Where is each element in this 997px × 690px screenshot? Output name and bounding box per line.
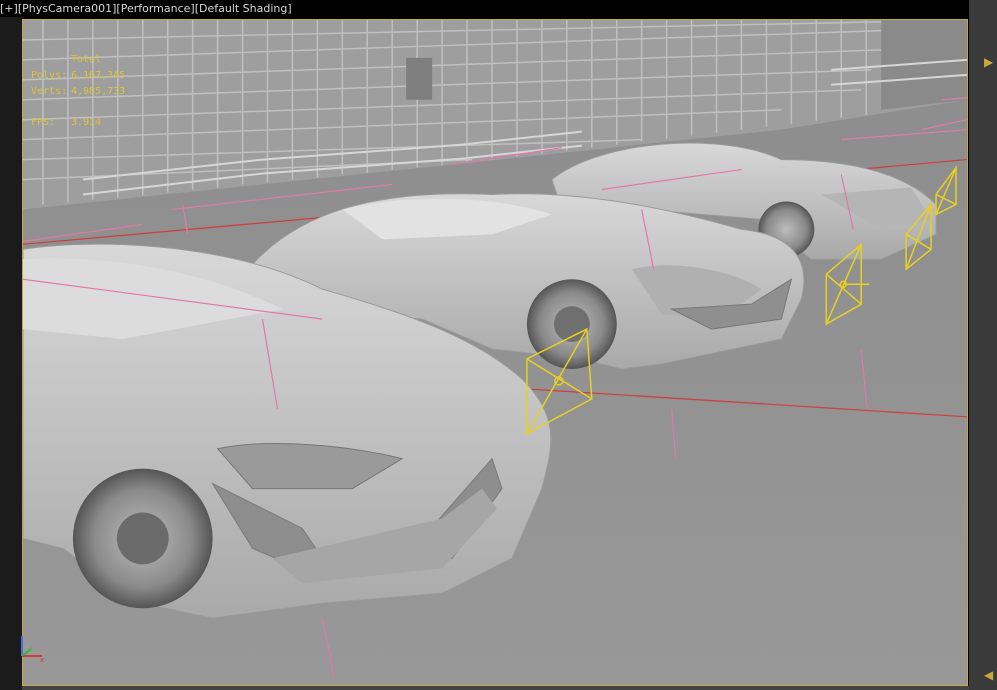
triangle-up-icon[interactable]: ▶ xyxy=(984,55,993,69)
viewport-frame[interactable]: Total Polys: 6,167,345 Verts: 4,985,733 … xyxy=(22,19,968,686)
scene-render xyxy=(23,20,967,685)
viewport-performance-menu[interactable]: [Performance] xyxy=(116,2,194,15)
viewport-shading-menu[interactable]: [Default Shading] xyxy=(195,2,292,15)
stats-fps-value: 3.914 xyxy=(71,117,102,128)
right-scrollbar[interactable] xyxy=(969,0,997,690)
triangle-down-icon[interactable]: ◀ xyxy=(984,668,993,682)
svg-text:x: x xyxy=(40,656,44,664)
stats-verts-label: Verts: xyxy=(31,86,68,97)
bottom-edge xyxy=(22,686,969,690)
stats-fps-label: FPS: xyxy=(31,117,56,128)
stats-polys-value: 6,167,345 xyxy=(71,70,126,81)
viewport-camera-menu[interactable]: [PhysCamera001] xyxy=(18,2,117,15)
viewport-general-menu[interactable]: [+] xyxy=(0,2,18,15)
viewport[interactable]: [+][PhysCamera001][Performance][Default … xyxy=(0,0,997,690)
xyz-axis-icon: x xyxy=(21,636,44,664)
stats-verts-value: 4,985,733 xyxy=(71,86,126,97)
stats-polys-label: Polys: xyxy=(31,70,68,81)
stats-total-label: Total xyxy=(71,54,102,65)
left-panel-strip xyxy=(0,17,22,690)
viewport-label-menu[interactable]: [+][PhysCamera001][Performance][Default … xyxy=(0,0,292,17)
